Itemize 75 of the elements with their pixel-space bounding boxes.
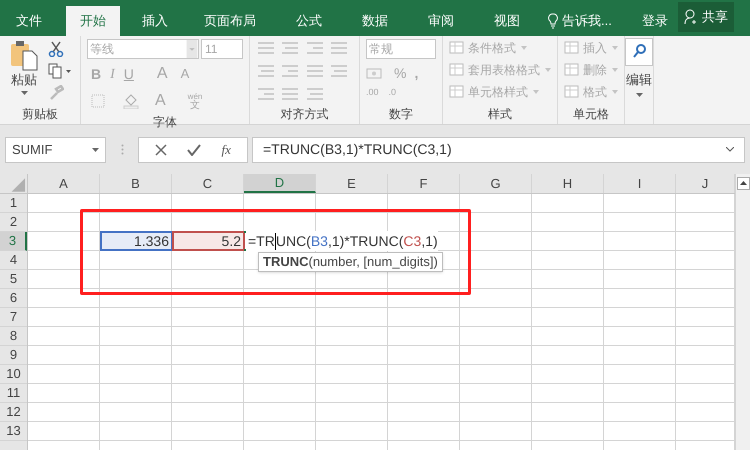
group-label: 样式 <box>488 106 512 123</box>
column-header[interactable]: I <box>604 174 676 193</box>
lightbulb-icon <box>548 13 558 29</box>
row-header[interactable]: 1 <box>0 194 27 213</box>
cell-formula-text[interactable]: =TR UNC(B3,1)*TRUNC(C3,1) <box>246 231 438 251</box>
group-label: 对齐方式 <box>280 106 328 123</box>
expand-caret-icon <box>726 147 734 152</box>
column-header[interactable]: F <box>388 174 460 193</box>
ribbon-tab[interactable]: 插入 <box>128 6 182 36</box>
person-icon <box>684 9 698 25</box>
ribbon-tab[interactable]: 视图 <box>480 6 534 36</box>
ribbon-tab[interactable]: 开始 <box>66 6 120 36</box>
format-painter-icon <box>48 85 64 101</box>
dropdown-caret-icon <box>533 90 539 94</box>
row-header[interactable]: 5 <box>0 270 27 289</box>
check-icon[interactable] <box>187 144 202 156</box>
name-box[interactable]: SUMIF <box>5 136 106 162</box>
dropdown-caret-icon <box>521 46 527 50</box>
column-header[interactable]: B <box>100 174 172 193</box>
formula-field[interactable]: =TRUNC(B3,1)*TRUNC(C3,1) <box>252 136 745 162</box>
dropdown-caret-icon <box>186 40 198 58</box>
copy-icon[interactable] <box>48 63 72 79</box>
row-header[interactable]: 10 <box>0 365 27 384</box>
column-header[interactable]: G <box>460 174 532 193</box>
insert-function-button[interactable]: fx <box>222 140 231 160</box>
grip-icon <box>121 144 124 155</box>
cells-icon <box>564 85 580 99</box>
dropdown-caret-icon <box>545 68 551 72</box>
row-header[interactable]: 3 <box>0 232 27 251</box>
referenced-cell: 1.336 <box>100 231 173 251</box>
dropdown-caret-icon <box>612 90 618 94</box>
paste-button[interactable]: 粘贴 <box>8 39 40 104</box>
row-header[interactable]: 4 <box>0 251 27 270</box>
group-label: 字体 <box>153 114 177 131</box>
scroll-up-icon <box>737 177 750 190</box>
row-header[interactable]: 13 <box>0 422 27 441</box>
column-header[interactable]: D <box>244 174 316 193</box>
row-header[interactable]: 7 <box>0 308 27 327</box>
table-icon <box>449 85 465 99</box>
group-label: 数字 <box>389 106 413 123</box>
cells-icon <box>564 41 580 55</box>
row-header[interactable]: 9 <box>0 346 27 365</box>
row-header[interactable]: 12 <box>0 403 27 422</box>
group-label: 剪贴板 <box>22 106 58 123</box>
dropdown-caret-icon <box>612 46 618 50</box>
dropdown-caret-icon <box>20 91 28 95</box>
cells-icon <box>564 63 580 77</box>
login-link[interactable]: 登录 <box>642 6 668 36</box>
dropdown-caret-icon <box>612 68 618 72</box>
table-icon <box>449 63 465 77</box>
column-header[interactable]: E <box>316 174 388 193</box>
ribbon-tab[interactable]: 文件 <box>2 6 56 36</box>
editing-button[interactable]: 编辑 <box>625 38 653 96</box>
cancel-icon[interactable] <box>155 144 168 156</box>
dropdown-caret-icon <box>92 148 99 152</box>
column-header[interactable]: H <box>532 174 604 193</box>
tell-me-search[interactable]: 告诉我... <box>562 11 612 31</box>
group-label: 单元格 <box>573 106 609 123</box>
function-tooltip: TRUNC(number, [num_digits]) <box>258 252 443 272</box>
ribbon-tab[interactable]: 数据 <box>348 6 402 36</box>
row-header[interactable]: 6 <box>0 289 27 308</box>
ribbon-tab[interactable]: 公式 <box>282 6 336 36</box>
share-button[interactable]: 共享 <box>678 2 734 32</box>
row-header[interactable]: 8 <box>0 327 27 346</box>
referenced-cell: 5.2 <box>172 231 245 251</box>
ribbon-tab[interactable]: 审阅 <box>414 6 468 36</box>
scissors-icon[interactable] <box>48 41 64 57</box>
table-icon <box>449 41 465 55</box>
clipboard-icon <box>9 39 39 71</box>
column-header[interactable]: A <box>28 174 100 193</box>
text-cursor <box>274 232 276 250</box>
ribbon-tab[interactable]: 页面布局 <box>190 6 270 36</box>
dropdown-caret-icon <box>636 92 642 96</box>
scrollbar[interactable] <box>735 174 750 450</box>
row-header[interactable]: 11 <box>0 384 27 403</box>
